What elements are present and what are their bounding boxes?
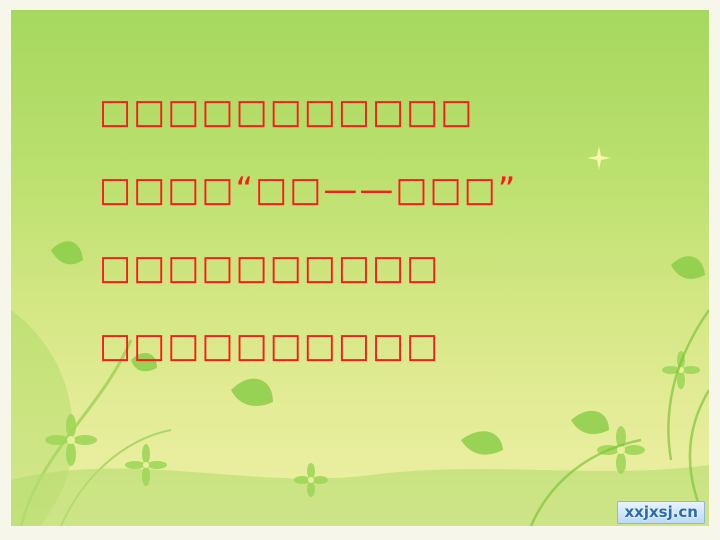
text-line-2: □□□□“□□——□□□”: [99, 170, 518, 210]
slide-background: □□□□□□□□□□□ □□□□“□□——□□□” □□□□□□□□□□ □□□…: [11, 10, 709, 526]
slide: □□□□□□□□□□□ □□□□“□□——□□□” □□□□□□□□□□ □□□…: [0, 0, 720, 540]
text-line-3: □□□□□□□□□□: [99, 248, 441, 288]
text-line-4: □□□□□□□□□□: [99, 326, 441, 366]
slide-text-block: □□□□□□□□□□□ □□□□“□□——□□□” □□□□□□□□□□ □□□…: [99, 92, 659, 404]
text-line-1: □□□□□□□□□□□: [99, 92, 475, 132]
site-watermark: xxjxsj.cn: [617, 501, 705, 524]
